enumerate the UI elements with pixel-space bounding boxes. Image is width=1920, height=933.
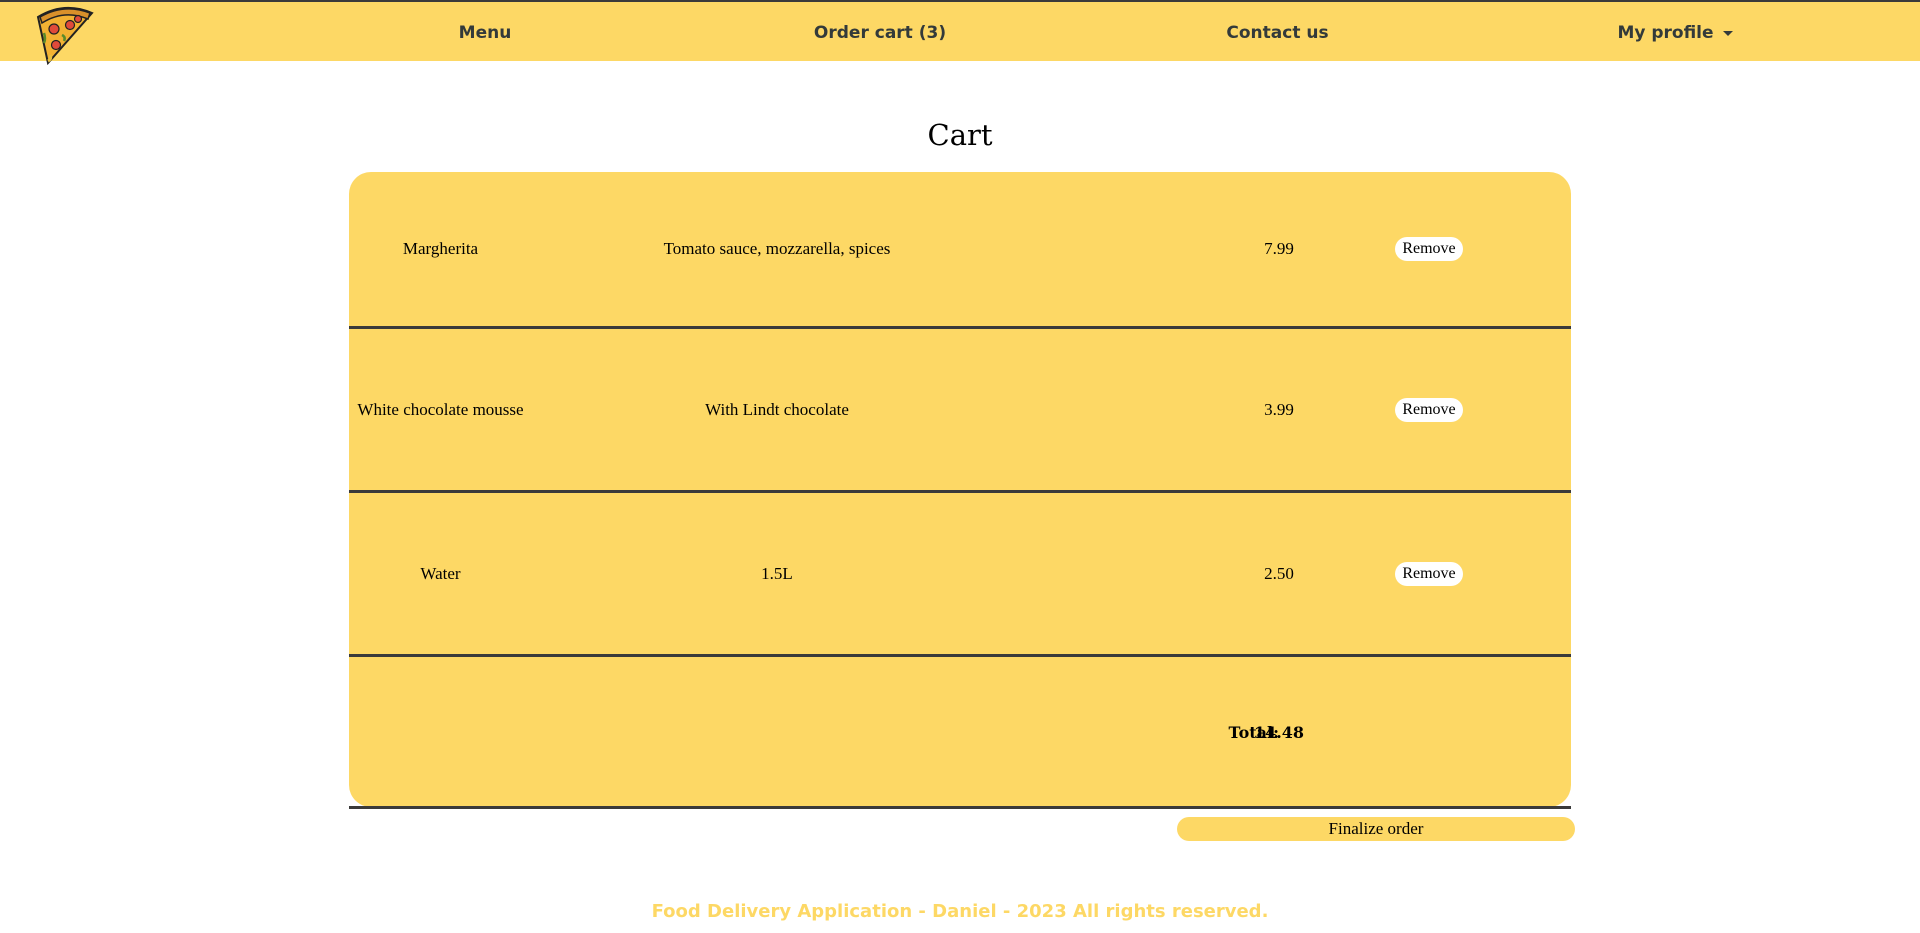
item-name: White chocolate mousse bbox=[357, 399, 524, 419]
nav-contact-us-label: Contact us bbox=[1226, 22, 1329, 43]
pizza-slice-icon[interactable] bbox=[34, 3, 96, 66]
item-price: 3.99 bbox=[1264, 399, 1294, 419]
nav-order-cart-label: Order cart (3) bbox=[813, 22, 947, 43]
cart-row: Margherita Tomato sauce, mozzarella, spi… bbox=[349, 172, 1571, 329]
item-price: 7.99 bbox=[1264, 239, 1294, 258]
nav-contact-us[interactable]: Contact us bbox=[1200, 2, 1355, 63]
item-description: With Lindt chocolate bbox=[705, 399, 849, 419]
item-action-cell: Remove bbox=[1349, 329, 1509, 490]
page-title: Cart bbox=[927, 118, 993, 152]
item-name: Margherita bbox=[402, 239, 479, 258]
cart-row: White chocolate mousse With Lindt chocol… bbox=[349, 329, 1571, 493]
top-navbar: Menu Order cart (3) Contact us My profil… bbox=[0, 0, 1920, 66]
remove-button[interactable]: Remove bbox=[1395, 561, 1463, 586]
caret-down-icon bbox=[1722, 30, 1733, 36]
item-action-cell: Remove bbox=[1349, 493, 1509, 654]
total-value: 14.48 bbox=[1253, 722, 1305, 742]
item-description: 1.5L bbox=[761, 563, 793, 583]
finalize-order-button[interactable]: Finalize order bbox=[1177, 817, 1575, 841]
nav-order-cart[interactable]: Order cart (3) bbox=[800, 2, 960, 63]
nav-menu[interactable]: Menu bbox=[430, 2, 540, 63]
cart-table: Margherita Tomato sauce, mozzarella, spi… bbox=[349, 172, 1571, 807]
nav-my-profile-dropdown[interactable]: My profile bbox=[1600, 2, 1750, 63]
cart-total-row: Total: 14.48 bbox=[349, 657, 1571, 807]
item-action-cell: Remove bbox=[1349, 172, 1509, 326]
remove-button[interactable]: Remove bbox=[1395, 397, 1463, 422]
nav-my-profile-label: My profile bbox=[1617, 22, 1714, 43]
footer-text: Food Delivery Application - Daniel - 202… bbox=[651, 901, 1269, 922]
remove-button[interactable]: Remove bbox=[1395, 237, 1463, 261]
item-description: Tomato sauce, mozzarella, spices bbox=[663, 239, 891, 258]
item-name: Water bbox=[420, 563, 461, 583]
nav-menu-label: Menu bbox=[458, 22, 512, 43]
table-divider bbox=[349, 806, 1571, 809]
item-price: 2.50 bbox=[1264, 563, 1294, 583]
cart-row: Water 1.5L 2.50 Remove bbox=[349, 493, 1571, 657]
